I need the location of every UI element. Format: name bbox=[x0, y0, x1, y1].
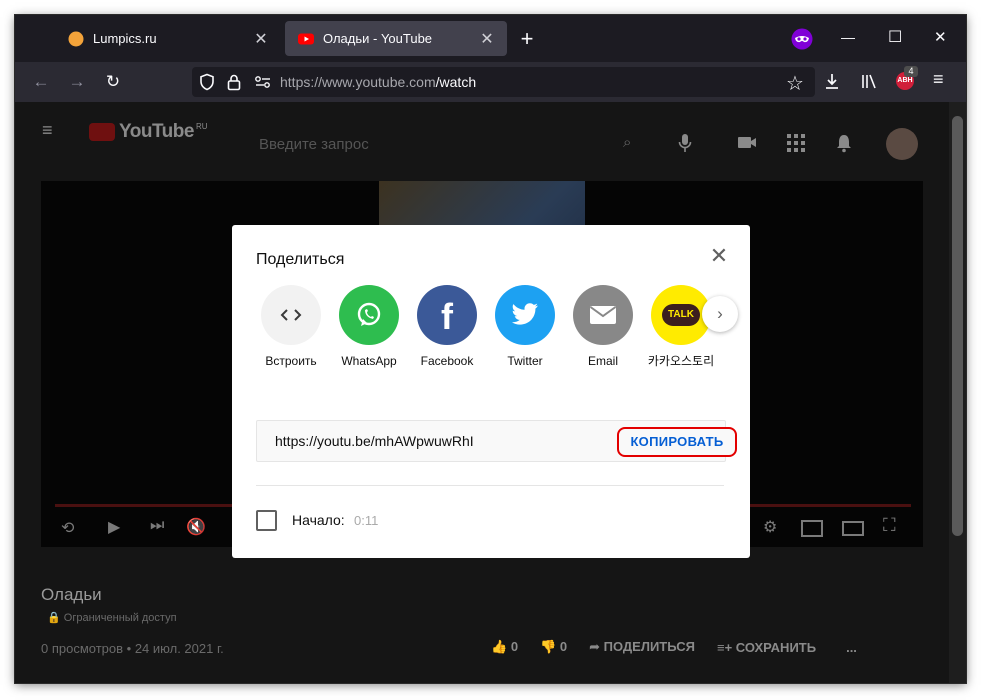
divider bbox=[256, 485, 724, 486]
share-dialog: Поделиться ✕ Встроить WhatsApp f Faceboo… bbox=[232, 225, 750, 558]
youtube-logo-text: YouTube bbox=[119, 121, 194, 142]
close-tab-icon[interactable]: ✕ bbox=[249, 29, 273, 49]
video-actions: 👍 0 👎 0 ➦ ПОДЕЛИТЬСЯ ≡+ СОХРАНИТЬ ... bbox=[491, 639, 857, 655]
address-bar[interactable]: https://www.youtube.com/watch ☆ bbox=[192, 67, 815, 97]
minimize-button[interactable]: — bbox=[841, 29, 855, 45]
video-meta: 0 просмотров • 24 июл. 2021 г. bbox=[41, 641, 224, 656]
start-time-input[interactable]: 0:11 bbox=[354, 513, 378, 528]
share-label: ПОДЕЛИТЬСЯ bbox=[603, 639, 695, 654]
tab-lumpics[interactable]: Lumpics.ru ✕ bbox=[55, 21, 281, 56]
menu-hamburger-icon[interactable]: ≡ bbox=[933, 69, 944, 90]
tab-title: Оладьи - YouTube bbox=[323, 31, 433, 46]
more-actions-button[interactable]: ... bbox=[846, 640, 857, 655]
tab-youtube[interactable]: Оладьи - YouTube ✕ bbox=[285, 21, 507, 56]
dislike-count: 0 bbox=[559, 639, 568, 654]
close-icon[interactable]: ✕ bbox=[706, 243, 732, 269]
search-icon[interactable]: ⌕ bbox=[623, 134, 631, 151]
privacy-text: Ограниченный доступ bbox=[63, 612, 177, 624]
private-browsing-icon bbox=[791, 28, 813, 55]
permissions-icon[interactable] bbox=[254, 74, 272, 95]
save-label: СОХРАНИТЬ bbox=[735, 639, 817, 655]
save-button[interactable]: ≡+ СОХРАНИТЬ bbox=[717, 640, 816, 655]
share-link-field[interactable]: https://youtu.be/mhAWpwuwRhI КОПИРОВАТЬ bbox=[256, 420, 737, 462]
library-icon[interactable] bbox=[860, 72, 878, 95]
dialog-title: Поделиться bbox=[256, 251, 345, 268]
region-code: RU bbox=[195, 121, 208, 131]
privacy-status: 🔒 Ограниченный доступ bbox=[47, 612, 177, 624]
start-at-checkbox[interactable] bbox=[256, 510, 277, 531]
dislike-button[interactable]: 👎 0 bbox=[540, 639, 567, 655]
page-scrollbar[interactable] bbox=[949, 102, 966, 683]
addon-label: ABH bbox=[897, 77, 913, 84]
tab-title: Lumpics.ru bbox=[93, 31, 157, 46]
youtube-logo[interactable]: YouTube RU bbox=[89, 121, 208, 143]
video-title: Оладьи bbox=[41, 585, 102, 604]
avatar[interactable] bbox=[886, 128, 918, 160]
mute-icon[interactable]: 🔇 bbox=[186, 517, 206, 537]
play-icon[interactable]: ▶ bbox=[108, 517, 120, 537]
loop-icon[interactable]: ⟲ bbox=[61, 518, 74, 538]
share-target-facebook[interactable]: f Facebook bbox=[408, 285, 486, 369]
bookmark-star-icon[interactable]: ☆ bbox=[786, 71, 804, 96]
share-target-twitter[interactable]: Twitter bbox=[486, 285, 564, 369]
guide-menu-icon[interactable]: ≡ bbox=[42, 120, 53, 141]
share-target-label: Facebook bbox=[420, 354, 474, 368]
scrollbar-thumb[interactable] bbox=[952, 116, 963, 536]
share-button[interactable]: ➦ ПОДЕЛИТЬСЯ bbox=[589, 639, 695, 655]
lumpics-favicon-icon bbox=[68, 31, 84, 47]
fullscreen-icon[interactable]: ⛶ bbox=[883, 515, 896, 536]
close-window-button[interactable]: ✕ bbox=[934, 28, 947, 46]
twitter-icon bbox=[495, 285, 555, 345]
miniplayer-icon[interactable] bbox=[801, 520, 823, 537]
maximize-button[interactable]: ☐ bbox=[888, 27, 902, 47]
whatsapp-icon bbox=[339, 285, 399, 345]
share-target-embed[interactable]: Встроить bbox=[252, 285, 330, 369]
new-tab-button[interactable]: + bbox=[515, 28, 539, 52]
reload-icon[interactable]: ↻ bbox=[98, 67, 128, 97]
share-target-whatsapp[interactable]: WhatsApp bbox=[330, 285, 408, 369]
url-host: https://www.youtube.com bbox=[280, 74, 436, 90]
microphone-icon[interactable] bbox=[678, 133, 692, 158]
apps-icon[interactable] bbox=[787, 134, 805, 157]
copy-button[interactable]: КОПИРОВАТЬ bbox=[617, 427, 737, 457]
email-icon bbox=[573, 285, 633, 345]
search-input[interactable]: Введите запрос bbox=[259, 136, 369, 153]
url-path: /watch bbox=[435, 74, 477, 90]
share-target-label: 카카오스토리 bbox=[647, 354, 715, 368]
downloads-icon[interactable] bbox=[823, 72, 841, 95]
addon-badge: 4 bbox=[904, 66, 918, 77]
settings-icon[interactable]: ⚙ bbox=[763, 517, 777, 537]
theater-mode-icon[interactable] bbox=[842, 521, 864, 536]
notifications-bell-icon[interactable] bbox=[835, 133, 853, 158]
back-icon[interactable]: ← bbox=[26, 67, 56, 97]
facebook-icon: f bbox=[417, 285, 477, 345]
forward-icon[interactable]: → bbox=[62, 67, 92, 97]
like-count: 0 bbox=[510, 639, 519, 654]
like-button[interactable]: 👍 0 bbox=[491, 639, 518, 655]
chevron-right-icon[interactable]: › bbox=[702, 296, 738, 332]
embed-icon bbox=[261, 285, 321, 345]
share-target-label: Встроить bbox=[265, 354, 317, 368]
share-target-email[interactable]: Email bbox=[564, 285, 642, 369]
close-tab-icon[interactable]: ✕ bbox=[475, 29, 499, 49]
shield-icon[interactable] bbox=[198, 73, 216, 96]
youtube-logo-icon bbox=[89, 123, 115, 141]
kakao-badge: TALK bbox=[662, 304, 700, 326]
lock-icon[interactable] bbox=[226, 73, 242, 96]
share-link[interactable]: https://youtu.be/mhAWpwuwRhI bbox=[275, 421, 474, 461]
share-target-label: Twitter bbox=[507, 354, 543, 368]
navigation-bar: ← → ↻ https://www.youtube.com/watch ☆ AB… bbox=[15, 62, 966, 102]
share-target-label: Email bbox=[587, 354, 618, 368]
share-target-label: WhatsApp bbox=[341, 354, 397, 368]
next-icon[interactable]: ⏭ bbox=[150, 517, 164, 535]
create-video-icon[interactable] bbox=[737, 135, 757, 156]
tab-bar: Lumpics.ru ✕ Оладьи - YouTube ✕ + — ☐ ✕ bbox=[15, 15, 966, 62]
start-at-label: Начало: bbox=[292, 512, 345, 528]
url-text: https://www.youtube.com/watch bbox=[280, 67, 476, 97]
youtube-favicon-icon bbox=[298, 31, 314, 47]
